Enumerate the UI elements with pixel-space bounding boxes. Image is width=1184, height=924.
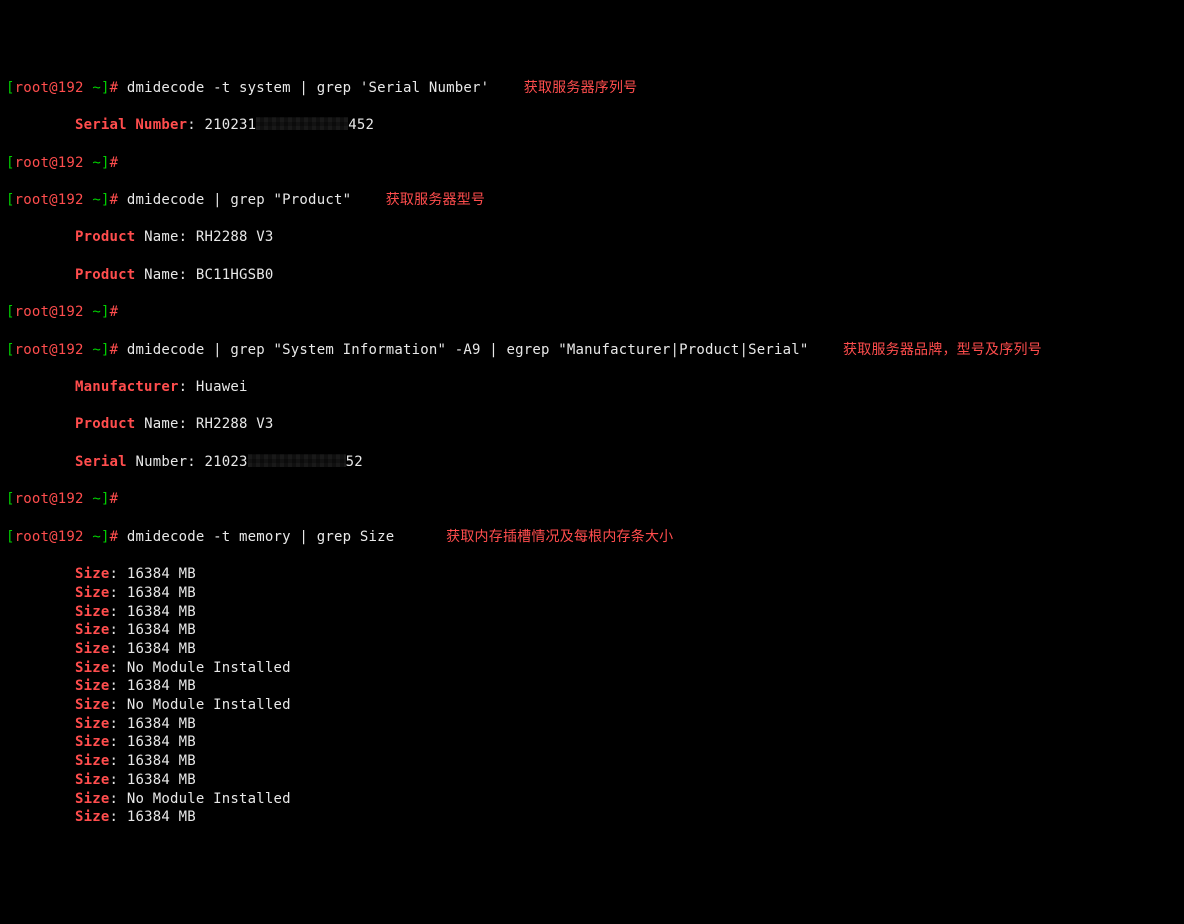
size-key: Size	[75, 772, 110, 788]
command-text: dmidecode -t memory | grep Size	[127, 529, 395, 545]
output-line: Size: 16384 MB	[6, 603, 1178, 622]
output-key: Serial Number	[75, 117, 187, 133]
size-key: Size	[75, 809, 110, 825]
output-line: Serial Number: 2102352	[6, 453, 1178, 472]
output-colon: :	[187, 117, 204, 133]
bracket-open: [	[6, 80, 15, 96]
command-text: dmidecode | grep "System Information" -A…	[127, 342, 809, 358]
size-value: 16384 MB	[127, 734, 196, 750]
output-line: Product Name: RH2288 V3	[6, 415, 1178, 434]
output-line: Serial Number: 210231 452	[6, 116, 1178, 135]
size-value: 16384 MB	[127, 604, 196, 620]
output-line: Size: 16384 MB	[6, 733, 1178, 752]
output-line: Size: 16384 MB	[6, 771, 1178, 790]
size-value: 16384 MB	[127, 772, 196, 788]
size-key: Size	[75, 753, 110, 769]
masked-region	[248, 454, 346, 467]
annotation: 获取内存插槽情况及每根内存条大小	[446, 529, 673, 545]
size-key: Size	[75, 566, 110, 582]
output-line: Size: 16384 MB	[6, 808, 1178, 827]
size-value: 16384 MB	[127, 585, 196, 601]
size-value: 16384 MB	[127, 622, 196, 638]
annotation: 获取服务器品牌，型号及序列号	[843, 342, 1042, 358]
size-value: No Module Installed	[127, 660, 291, 676]
output-value: 210231	[204, 117, 256, 133]
prompt-line[interactable]: [root@192 ~]# dmidecode | grep "Product"…	[6, 191, 1178, 210]
size-value: No Module Installed	[127, 697, 291, 713]
size-key: Size	[75, 604, 110, 620]
size-key: Size	[75, 697, 110, 713]
prompt-tilde: ~	[84, 80, 101, 96]
prompt-host: 192	[58, 80, 84, 96]
size-value: 16384 MB	[127, 678, 196, 694]
output-line: Size: 16384 MB	[6, 640, 1178, 659]
output-line: Size: 16384 MB	[6, 715, 1178, 734]
output-line: Size: No Module Installed	[6, 696, 1178, 715]
prompt-line[interactable]: [root@192 ~]#	[6, 490, 1178, 509]
output-line: Product Name: BC11HGSB0	[6, 266, 1178, 285]
masked-region	[256, 117, 348, 130]
output-line: Size: No Module Installed	[6, 790, 1178, 809]
output-value: 452	[348, 117, 374, 133]
prompt-line[interactable]: [root@192 ~]# dmidecode -t memory | grep…	[6, 528, 1178, 547]
output-line: Product Name: RH2288 V3	[6, 228, 1178, 247]
prompt-line[interactable]: [root@192 ~]#	[6, 303, 1178, 322]
command-text: dmidecode | grep "Product"	[127, 192, 351, 208]
size-key: Size	[75, 641, 110, 657]
prompt-line[interactable]: [root@192 ~]#	[6, 154, 1178, 173]
size-key: Size	[75, 678, 110, 694]
output-line: Size: 16384 MB	[6, 621, 1178, 640]
output-line: Size: No Module Installed	[6, 659, 1178, 678]
size-value: 16384 MB	[127, 716, 196, 732]
output-line: Size: 16384 MB	[6, 584, 1178, 603]
output-line: Size: 16384 MB	[6, 565, 1178, 584]
prompt-at: @	[49, 80, 58, 96]
prompt-line[interactable]: [root@192 ~]# dmidecode -t system | grep…	[6, 79, 1178, 98]
output-line: Size: 16384 MB	[6, 752, 1178, 771]
size-value: 16384 MB	[127, 809, 196, 825]
size-key: Size	[75, 734, 110, 750]
output-line: Manufacturer: Huawei	[6, 378, 1178, 397]
annotation: 获取服务器型号	[386, 192, 485, 208]
bracket-close: ]	[101, 80, 110, 96]
size-value: 16384 MB	[127, 566, 196, 582]
size-value: No Module Installed	[127, 791, 291, 807]
size-value: 16384 MB	[127, 753, 196, 769]
size-key: Size	[75, 660, 110, 676]
prompt-line[interactable]: [root@192 ~]# dmidecode | grep "System I…	[6, 341, 1178, 360]
size-key: Size	[75, 585, 110, 601]
size-key: Size	[75, 716, 110, 732]
prompt-user: root	[15, 80, 50, 96]
annotation: 获取服务器序列号	[524, 80, 638, 96]
size-value: 16384 MB	[127, 641, 196, 657]
output-line: Size: 16384 MB	[6, 677, 1178, 696]
command-text: dmidecode -t system | grep 'Serial Numbe…	[127, 80, 489, 96]
size-key: Size	[75, 622, 110, 638]
prompt-hash: #	[110, 80, 127, 96]
size-key: Size	[75, 791, 110, 807]
